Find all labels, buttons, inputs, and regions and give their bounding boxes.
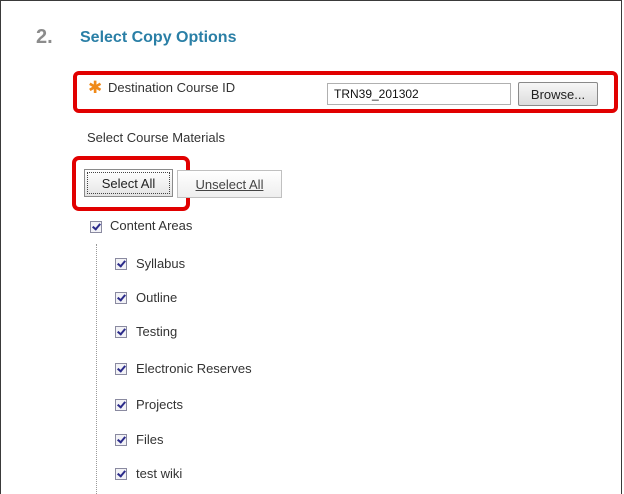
browse-button[interactable]: Browse... — [518, 82, 598, 106]
section-title: Select Copy Options — [80, 29, 237, 46]
electronic-reserves-checkbox[interactable] — [115, 363, 127, 375]
step-number: 2. — [36, 26, 53, 48]
testing-label: Testing — [136, 324, 178, 339]
projects-label: Projects — [136, 397, 183, 412]
content-areas-label: Content Areas — [110, 218, 193, 233]
files-checkbox[interactable] — [115, 434, 127, 446]
destination-course-id-label: Destination Course ID — [108, 80, 236, 95]
projects-checkbox[interactable] — [115, 399, 127, 411]
destination-course-id-input[interactable] — [327, 83, 511, 105]
unselect-all-button[interactable]: Unselect All — [177, 170, 282, 198]
files-label: Files — [136, 432, 164, 447]
syllabus-checkbox[interactable] — [115, 258, 127, 270]
select-all-button[interactable]: Select All — [84, 169, 173, 197]
select-course-materials-label: Select Course Materials — [87, 130, 225, 145]
outline-checkbox[interactable] — [115, 292, 127, 304]
content-areas-checkbox[interactable] — [90, 221, 102, 233]
tree-connector-line — [96, 244, 97, 494]
testing-checkbox[interactable] — [115, 326, 127, 338]
test-wiki-checkbox[interactable] — [115, 468, 127, 480]
outline-label: Outline — [136, 290, 178, 305]
required-asterisk-icon: ✱ — [88, 78, 103, 97]
test-wiki-label: test wiki — [136, 466, 183, 481]
syllabus-label: Syllabus — [136, 256, 186, 271]
electronic-reserves-label: Electronic Reserves — [136, 361, 252, 376]
